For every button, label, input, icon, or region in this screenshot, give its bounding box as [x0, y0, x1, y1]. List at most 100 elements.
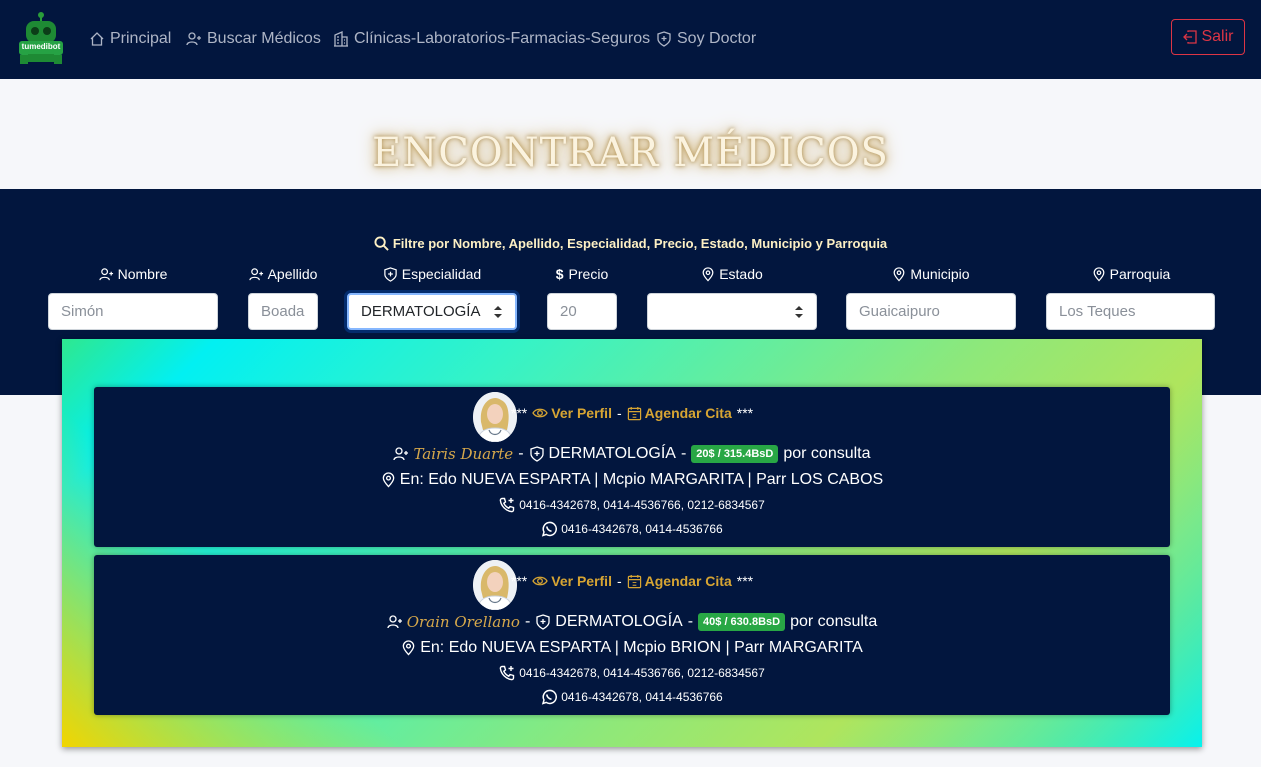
eye-icon — [532, 408, 549, 418]
doctor-name: Orain Orellano — [406, 613, 520, 631]
label-especialidad: Especialidad — [347, 266, 517, 282]
nav-clinicas-label: Clínicas-Laboratorios-Farmacias-Seguros — [354, 30, 651, 47]
apellido-input[interactable]: Boada — [248, 293, 318, 330]
doctor-phones-row: 0416-4342678, 0414-4536766, 0212-6834567 — [94, 497, 1170, 513]
precio-input[interactable]: 20 — [547, 293, 617, 330]
ver-perfil-label: Ver Perfil — [551, 405, 612, 421]
parroquia-input[interactable]: Los Teques — [1046, 293, 1215, 330]
ver-perfil-link[interactable]: Ver Perfil — [532, 405, 612, 421]
navbar: tumedibot Principal Buscar Médicos Clíni… — [0, 0, 1261, 79]
select-arrows-icon — [795, 305, 803, 318]
price-per: por consulta — [790, 613, 878, 630]
label-apellido-text: Apellido — [267, 266, 318, 282]
label-apellido: Apellido — [238, 266, 328, 282]
label-precio: $ Precio — [537, 266, 627, 282]
dollar-icon: $ — [555, 266, 564, 282]
ver-perfil-label: Ver Perfil — [551, 573, 612, 589]
precio-placeholder: 20 — [560, 303, 577, 320]
doctor-phones-row: 0416-4342678, 0414-4536766, 0212-6834567 — [94, 665, 1170, 681]
especialidad-select[interactable]: DERMATOLOGÍA — [347, 293, 517, 330]
label-nombre-text: Nombre — [117, 266, 168, 282]
separator: - — [524, 613, 531, 630]
shield-icon — [657, 31, 671, 47]
doctor-whatsapp: 0416-4342678, 0414-4536766 — [561, 690, 723, 704]
nombre-placeholder: Simón — [61, 303, 104, 320]
nav-principal-label: Principal — [110, 30, 172, 47]
eye-icon — [532, 576, 549, 586]
separator: - — [687, 613, 694, 630]
geo-pin-icon — [382, 472, 395, 488]
parroquia-placeholder: Los Teques — [1059, 303, 1136, 320]
house-icon — [90, 32, 104, 46]
agendar-cita-label: Agendar Cita — [644, 405, 732, 421]
filter-heading: Filtre por Nombre, Apellido, Especialida… — [0, 236, 1261, 251]
stars-left: *** — [510, 405, 528, 421]
card-actions-row: *** Ver Perfil - Agendar Cita *** — [94, 405, 1170, 421]
doctor-info-row: Orain Orellano - DERMATOLOGÍA - 40$ / 63… — [94, 613, 1170, 631]
person-plus-icon — [186, 32, 201, 46]
geo-pin-icon — [702, 266, 714, 282]
label-municipio-text: Municipio — [910, 266, 970, 282]
agendar-cita-label: Agendar Cita — [644, 573, 732, 589]
ver-perfil-link[interactable]: Ver Perfil — [532, 573, 612, 589]
doctor-location-row: En: Edo NUEVA ESPARTA | Mcpio BRION | Pa… — [94, 639, 1170, 657]
logout-button[interactable]: Salir — [1171, 19, 1245, 55]
doctor-whatsapp-row: 0416-4342678, 0414-4536766 — [94, 689, 1170, 705]
label-estado-text: Estado — [719, 266, 763, 282]
stars-left: *** — [510, 573, 528, 589]
label-precio-text: Precio — [568, 266, 609, 282]
doctor-location-row: En: Edo NUEVA ESPARTA | Mcpio MARGARITA … — [94, 471, 1170, 489]
label-parroquia-text: Parroquia — [1109, 266, 1171, 282]
calendar-icon — [627, 406, 641, 420]
geo-pin-icon — [1093, 266, 1105, 282]
doctor-specialty: DERMATOLOGÍA — [548, 445, 676, 462]
municipio-input[interactable]: Guaicaipuro — [846, 293, 1016, 330]
agendar-cita-link[interactable]: Agendar Cita — [627, 573, 732, 589]
nombre-input[interactable]: Simón — [48, 293, 218, 330]
shield-plus-icon — [536, 614, 550, 630]
filter-heading-text: Filtre por Nombre, Apellido, Especialida… — [392, 236, 888, 251]
doctor-phones: 0416-4342678, 0414-4536766, 0212-6834567 — [519, 498, 765, 512]
nav-clinicas[interactable]: Clínicas-Laboratorios-Farmacias-Seguros — [333, 28, 650, 50]
label-estado: Estado — [647, 266, 817, 282]
doctor-name: Tairis Duarte — [413, 445, 514, 463]
box-arrow-left-icon — [1183, 30, 1198, 44]
person-plus-icon — [393, 447, 409, 461]
select-arrows-icon — [494, 305, 502, 318]
label-municipio: Municipio — [846, 266, 1016, 282]
doctor-card: *** Ver Perfil - Agendar Cita *** Orain … — [94, 555, 1170, 715]
doctor-location: En: Edo NUEVA ESPARTA | Mcpio MARGARITA … — [399, 471, 884, 488]
person-plus-icon — [387, 615, 402, 629]
whatsapp-icon — [542, 689, 558, 705]
logout-label: Salir — [1201, 28, 1234, 45]
shield-plus-icon — [529, 446, 544, 462]
nav-principal[interactable]: Principal — [89, 28, 171, 50]
search-icon — [374, 236, 389, 251]
nav-buscar-medicos[interactable]: Buscar Médicos — [186, 28, 321, 50]
separator: - — [616, 405, 622, 421]
calendar-icon — [627, 574, 641, 588]
especialidad-value: DERMATOLOGÍA — [361, 303, 481, 320]
geo-pin-icon — [402, 640, 415, 656]
price-per: por consulta — [783, 445, 871, 462]
label-parroquia: Parroquia — [1046, 266, 1216, 282]
agendar-cita-link[interactable]: Agendar Cita — [627, 405, 732, 421]
municipio-placeholder: Guaicaipuro — [859, 303, 940, 320]
tumedibot-logo[interactable]: tumedibot — [16, 10, 66, 66]
card-actions-row: *** Ver Perfil - Agendar Cita *** — [94, 573, 1170, 589]
doctor-specialty: DERMATOLOGÍA — [555, 613, 683, 630]
doctor-whatsapp-row: 0416-4342678, 0414-4536766 — [94, 521, 1170, 537]
nav-soy-doctor[interactable]: Soy Doctor — [656, 28, 756, 50]
separator: - — [518, 445, 524, 462]
telephone-plus-icon — [499, 497, 515, 513]
person-plus-icon — [98, 267, 113, 280]
stars-right: *** — [736, 405, 754, 421]
telephone-plus-icon — [499, 665, 515, 681]
page-title: ENCONTRAR MÉDICOS — [372, 130, 889, 176]
estado-select[interactable] — [647, 293, 817, 330]
geo-pin-icon — [893, 266, 905, 282]
doctor-location: En: Edo NUEVA ESPARTA | Mcpio BRION | Pa… — [420, 639, 863, 656]
doctor-whatsapp: 0416-4342678, 0414-4536766 — [561, 522, 723, 536]
logo-text: tumedibot — [21, 42, 61, 51]
stars-right: *** — [736, 573, 754, 589]
